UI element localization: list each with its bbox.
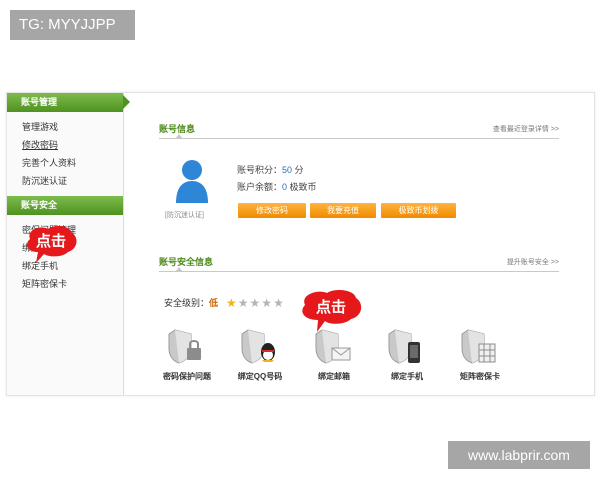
active-arrow-icon — [123, 95, 130, 109]
star-empty-icon: ★ — [237, 296, 249, 310]
click-callout-right: 点击 — [299, 289, 363, 332]
sidebar-item-matrix-card[interactable]: 矩阵密保卡 — [22, 275, 123, 293]
points-value: 50 — [282, 165, 293, 175]
section-title-security: 账号安全信息 — [159, 257, 214, 267]
security-level-value: 低 — [209, 298, 219, 308]
sidebar-section-title: 账号安全 — [21, 200, 58, 210]
avatar-icon — [176, 160, 208, 203]
account-panel: 账号管理 管理游戏 修改密码 完善个人资料 防沉迷认证 账号安全 密保问题管理 … — [6, 92, 595, 396]
security-level: 安全级别：低 — [164, 296, 218, 309]
tile-bind-phone[interactable]: 绑定手机 — [372, 328, 442, 381]
transfer-coins-button[interactable]: 极致币划拨 — [381, 203, 456, 218]
divider-notch-icon — [175, 267, 183, 272]
tile-label: 矩阵密保卡 — [460, 372, 500, 381]
card-shield-icon — [461, 329, 496, 364]
points-unit: 分 — [292, 165, 304, 175]
security-stars: ★★★★★ — [226, 294, 285, 312]
click-callout-left: 点击 — [24, 225, 78, 263]
account-balance: 账户余额：0 极致币 — [237, 180, 317, 193]
points-label: 账号积分： — [237, 165, 283, 175]
sidebar-item-manage-games[interactable]: 管理游戏 — [22, 118, 123, 136]
section-divider — [159, 138, 559, 139]
balance-unit: 极致币 — [287, 182, 317, 192]
improve-security-link[interactable]: 提升账号安全 >> — [507, 257, 559, 267]
tag-label: TG: MYYJJPP — [10, 10, 135, 40]
star-empty-icon: ★ — [249, 296, 261, 310]
callout-text: 点击 — [315, 299, 346, 316]
qq-shield-icon — [241, 329, 275, 364]
tile-label: 绑定邮箱 — [318, 372, 350, 381]
sidebar-section-account-security: 账号安全 — [7, 196, 123, 215]
balance-label: 账户余额： — [237, 182, 283, 192]
lock-shield-icon — [168, 329, 201, 364]
sidebar-item-change-password[interactable]: 修改密码 — [22, 136, 123, 154]
tile-label: 绑定手机 — [391, 372, 423, 381]
tile-bind-qq[interactable]: 绑定QQ号码 — [225, 328, 295, 381]
main-content: 账号信息 查看最近登录详情 >> [防沉迷认证] 账号积分：50 分 账户余额：… — [159, 93, 559, 395]
section-divider — [159, 271, 559, 272]
tile-label: 绑定QQ号码 — [237, 372, 283, 381]
recent-login-link[interactable]: 查看最近登录详情 >> — [493, 124, 559, 134]
mail-shield-icon — [315, 329, 351, 364]
recharge-button[interactable]: 我要充值 — [310, 203, 376, 218]
sidebar-item-profile[interactable]: 完善个人资料 — [22, 154, 123, 172]
divider-notch-icon — [175, 134, 183, 139]
star-filled-icon: ★ — [226, 296, 237, 310]
sidebar-section-account-management: 账号管理 — [7, 93, 130, 112]
star-empty-icon: ★ — [261, 296, 273, 310]
account-points: 账号积分：50 分 — [237, 163, 304, 176]
tile-bind-email[interactable]: 绑定邮箱 — [299, 328, 369, 381]
star-empty-icon: ★ — [273, 296, 284, 310]
tile-label: 密码保护问题 — [163, 372, 211, 381]
callout-text: 点击 — [35, 233, 66, 250]
tile-matrix-card[interactable]: 矩阵密保卡 — [445, 328, 515, 381]
security-level-label: 安全级别： — [164, 298, 210, 308]
anti-addiction-caption[interactable]: [防沉迷认证] — [165, 210, 204, 220]
change-password-button[interactable]: 修改密码 — [238, 203, 306, 218]
phone-shield-icon — [388, 329, 420, 364]
tile-password-questions[interactable]: 密码保护问题 — [152, 328, 222, 381]
sidebar-section-title: 账号管理 — [21, 97, 58, 107]
watermark-label: www.labprir.com — [448, 441, 590, 469]
sidebar-item-anti-addiction[interactable]: 防沉迷认证 — [22, 172, 123, 190]
